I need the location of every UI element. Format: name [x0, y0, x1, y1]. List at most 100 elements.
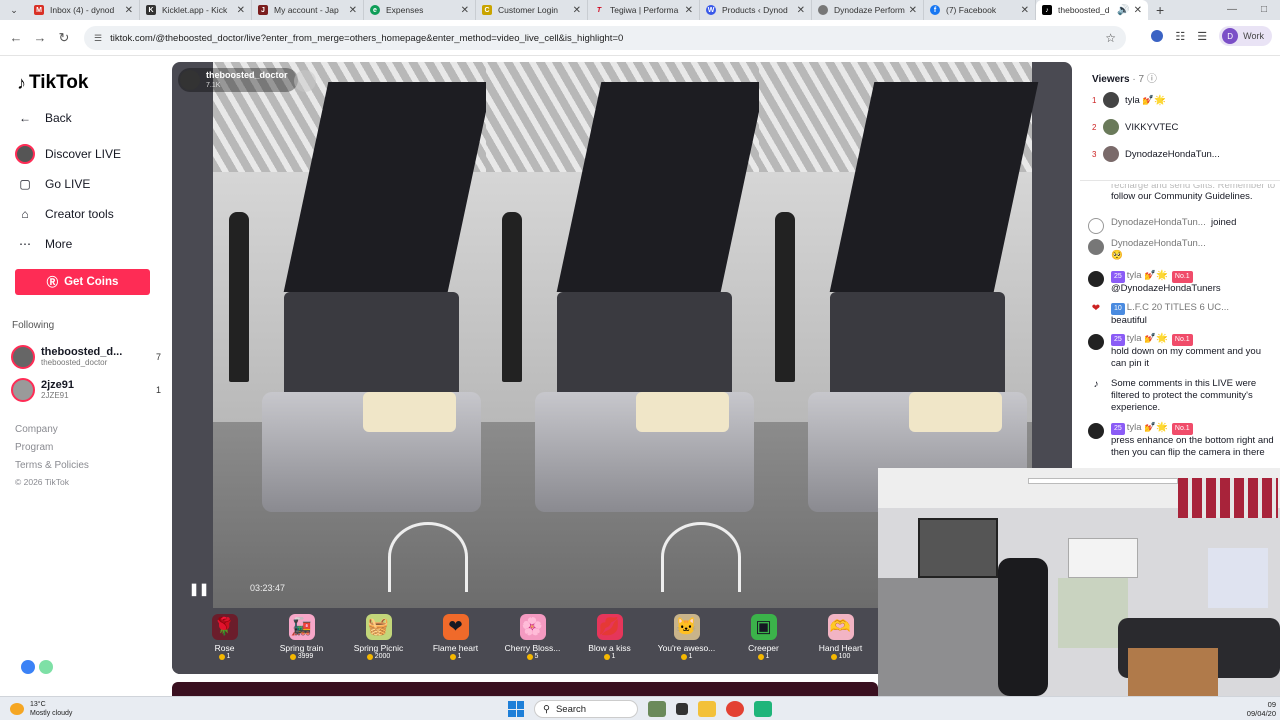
browser-tab[interactable]: Dynodaze Perform ✕ — [812, 0, 924, 20]
gift-item[interactable]: 🌹 Rose 1 — [186, 608, 263, 674]
browser-tab[interactable]: M Inbox (4) - dynod ✕ — [28, 0, 140, 20]
viewer-row[interactable]: 1 tyla 💅🌟 — [1092, 92, 1166, 108]
gift-icon: 🚂 — [288, 614, 315, 640]
following-item[interactable]: 2jze91 2JZE91 1 — [11, 376, 166, 404]
system-clock[interactable]: 09 09/04/20 — [1247, 700, 1276, 718]
close-tab-icon[interactable]: ✕ — [573, 5, 581, 16]
green-app-icon[interactable] — [754, 701, 772, 717]
tab-search-icon[interactable]: ⌄ — [0, 0, 28, 20]
streamer-info[interactable]: theboosted_doctor 7.1K — [178, 68, 298, 92]
footer-company-link[interactable]: Company — [15, 424, 58, 435]
browser-tab[interactable]: f (7) Facebook ✕ — [924, 0, 1036, 20]
close-tab-icon[interactable]: ✕ — [685, 5, 693, 16]
chat-message[interactable]: ❤ 10 L.F.C 20 TITLES 6 UC... beautiful — [1088, 302, 1276, 327]
address-bar[interactable]: ☰ tiktok.com/@theboosted_doctor/live?ent… — [84, 26, 1126, 50]
browser-tab[interactable]: T Tegiwa | Performa ✕ — [588, 0, 700, 20]
follow-button[interactable] — [294, 70, 316, 92]
chat-message[interactable]: 25 tyla 💅🌟 No.1 hold down on my comment and… — [1088, 333, 1276, 370]
extensions-puzzle-icon[interactable]: ☷ — [1175, 30, 1185, 43]
close-tab-icon[interactable]: ✕ — [237, 5, 245, 16]
nav-discover-live[interactable]: Discover LIVE — [15, 144, 121, 164]
extension-icon[interactable] — [1151, 30, 1164, 42]
gift-item[interactable]: 💋 Blow a kiss 1 — [571, 608, 648, 674]
close-tab-icon[interactable]: ✕ — [1134, 5, 1142, 16]
bookmark-star-icon[interactable]: ☆ — [1105, 31, 1116, 45]
chat-message[interactable]: DynodazeHondaTun... joined — [1088, 217, 1276, 234]
close-tab-icon[interactable]: ✕ — [349, 5, 357, 16]
gift-name: Flame heart — [432, 643, 479, 653]
profile-button[interactable]: D Work — [1219, 26, 1272, 46]
viewer-row[interactable]: 2 VIKKYVTEC — [1092, 119, 1178, 135]
taskbar-search[interactable]: ⚲ Search — [534, 700, 638, 718]
close-tab-icon[interactable]: ✕ — [909, 5, 917, 16]
tiktok-icon: ♪ — [1088, 379, 1104, 395]
new-tab-icon[interactable]: + — [1156, 2, 1164, 18]
audio-icon[interactable]: 🔊 — [1117, 5, 1129, 16]
info-icon[interactable]: ⓘ — [1147, 74, 1157, 85]
close-tab-icon[interactable]: ✕ — [797, 5, 805, 16]
close-tab-icon[interactable]: ✕ — [461, 5, 469, 16]
task-view-icon[interactable] — [676, 703, 688, 715]
avatar — [11, 345, 35, 369]
close-tab-icon[interactable]: ✕ — [125, 5, 133, 16]
notice-text: follow our Community Guidelines. — [1111, 191, 1253, 202]
get-coins-button[interactable]: Ⓡ Get Coins — [15, 269, 150, 295]
gift-icon: 💋 — [596, 614, 623, 640]
car-app-icon[interactable] — [648, 701, 666, 717]
viewer-row[interactable]: 3 DynodazeHondaTun... — [1092, 146, 1220, 162]
chat-text: beautiful — [1111, 315, 1147, 326]
gift-item[interactable]: 🧺 Spring Picnic 2000 — [340, 608, 417, 674]
gift-item[interactable]: 🫶 Hand Heart 100 — [802, 608, 879, 674]
footer-program-link[interactable]: Program — [15, 442, 53, 453]
nav-creator-tools[interactable]: ⌂ Creator tools — [15, 204, 113, 224]
browser-tab[interactable]: e Expenses ✕ — [364, 0, 476, 20]
gift-item[interactable]: 🌸 Cherry Bloss... 5 — [494, 608, 571, 674]
level-badge: 10 — [1111, 303, 1125, 315]
browser-tab[interactable]: J My account - Jap ✕ — [252, 0, 364, 20]
nav-more[interactable]: ⋯ More — [15, 234, 72, 254]
nav-go-live[interactable]: ▢ Go LIVE — [15, 174, 90, 194]
chrome-icon[interactable] — [726, 701, 744, 717]
media-controls-icon[interactable]: ☰ — [1197, 30, 1207, 43]
browser-tab[interactable]: C Customer Login ✕ — [476, 0, 588, 20]
file-explorer-icon[interactable] — [698, 701, 716, 717]
bubble-icon[interactable] — [21, 660, 35, 674]
forward-icon[interactable]: → — [28, 30, 52, 45]
back-button[interactable]: ← Back — [15, 108, 72, 128]
bubble-icon[interactable] — [39, 660, 53, 674]
tab-title: Kicklet.app - Kick — [162, 5, 228, 15]
reload-icon[interactable]: ↻ — [52, 30, 76, 46]
chat-message[interactable]: 25 tyla 💅🌟 No.1 @DynodazeHondaTuners — [1088, 270, 1276, 295]
coin-icon — [680, 653, 687, 660]
gift-item[interactable]: ❤ Flame heart 1 — [417, 608, 494, 674]
gift-item[interactable]: ▣ Creeper 1 — [725, 608, 802, 674]
browser-tab[interactable]: W Products ‹ Dynod ✕ — [700, 0, 812, 20]
chat-message[interactable]: 25 tyla 💅🌟 No.1 press enhance on the bottom… — [1088, 422, 1276, 459]
weather-widget[interactable]: 13°C Mostly cloudy — [10, 700, 72, 718]
gift-item[interactable]: 🚂 Spring train 3999 — [263, 608, 340, 674]
tab-title: My account - Jap — [274, 5, 339, 15]
avatar — [1088, 239, 1104, 255]
gift-price-value: 1 — [765, 653, 770, 660]
close-tab-icon[interactable]: ✕ — [1021, 5, 1029, 16]
gift-price-value: 3999 — [297, 653, 314, 660]
wordpress-icon: W — [706, 5, 716, 15]
gift-name: Spring Picnic — [353, 643, 404, 653]
gift-name: Rose — [214, 643, 235, 653]
gift-name: Cherry Bloss... — [504, 643, 561, 653]
gift-item[interactable]: 🐱 You're aweso... 1 — [648, 608, 725, 674]
browser-tab[interactable]: K Kicklet.app - Kick ✕ — [140, 0, 252, 20]
browser-tab-active[interactable]: ♪ theboosted_d 🔊 ✕ — [1036, 0, 1148, 20]
avatar — [1088, 423, 1104, 439]
site-info-icon[interactable]: ☰ — [94, 33, 102, 44]
next-stream-preview[interactable] — [172, 682, 878, 696]
tiktok-logo[interactable]: ♪ TikTok — [17, 72, 88, 94]
footer-terms-link[interactable]: Terms & Policies — [15, 460, 89, 471]
back-icon[interactable]: ← — [4, 30, 28, 45]
chat-message[interactable]: DynodazeHondaTun... 🥺 — [1088, 238, 1276, 262]
following-item[interactable]: theboosted_d... theboosted_doctor 7 — [11, 343, 166, 371]
windows-start-icon[interactable] — [508, 701, 524, 717]
maximize-icon[interactable]: □ — [1248, 0, 1280, 20]
pause-icon[interactable]: ❚❚ — [189, 582, 209, 596]
minimize-icon[interactable]: — — [1216, 0, 1248, 20]
